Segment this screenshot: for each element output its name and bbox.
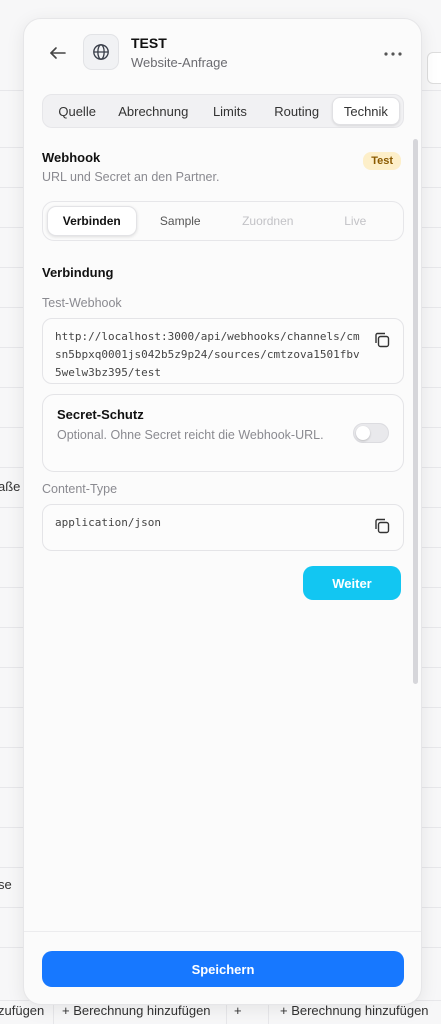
more-horizontal-icon: [384, 52, 402, 56]
bg-add-calculation-link[interactable]: + Berechnung hinzufügen: [280, 1003, 429, 1018]
tab-technik[interactable]: Technik: [331, 97, 401, 125]
toggle-knob: [356, 426, 370, 440]
page-subtitle: Website-Anfrage: [131, 55, 228, 70]
bg-add-calculation-link[interactable]: + Berechnung hinzufügen: [62, 1003, 211, 1018]
scrollbar[interactable]: [413, 139, 418, 684]
copy-icon[interactable]: [373, 331, 391, 349]
secret-protection-card: Secret-Schutz Optional. Ohne Secret reic…: [42, 394, 404, 472]
webhook-steps: Verbinden Sample Zuordnen Live: [42, 201, 404, 241]
bg-input-edge: [427, 52, 441, 84]
bg-cell-text: se: [0, 877, 12, 892]
tab-quelle[interactable]: Quelle: [46, 97, 108, 125]
arrow-left-icon: [50, 47, 66, 59]
secret-toggle[interactable]: [353, 423, 389, 443]
more-options-button[interactable]: [383, 41, 403, 62]
settings-tabs: Quelle Abrechnung Limits Routing Technik: [42, 94, 404, 128]
webhook-url-value: http://localhost:3000/api/webhooks/chann…: [55, 330, 360, 379]
footer-divider: [24, 931, 421, 932]
tab-limits[interactable]: Limits: [198, 97, 261, 125]
step-verbinden[interactable]: Verbinden: [47, 206, 137, 236]
globe-icon: [93, 44, 109, 60]
connection-heading: Verbindung: [42, 265, 114, 280]
section-subtitle: URL und Secret an den Partner.: [42, 170, 220, 184]
source-settings-panel: TEST Website-Anfrage Quelle Abrechnung L…: [23, 18, 422, 1005]
webhook-url-field: http://localhost:3000/api/webhooks/chann…: [42, 318, 404, 384]
bg-add-button[interactable]: +: [234, 1003, 242, 1018]
content-type-field: application/json: [42, 504, 404, 551]
status-badge: Test: [363, 152, 401, 170]
back-button[interactable]: [46, 41, 70, 65]
next-button[interactable]: Weiter: [303, 566, 401, 600]
save-button[interactable]: Speichern: [42, 951, 404, 987]
tab-abrechnung[interactable]: Abrechnung: [108, 97, 198, 125]
copy-icon[interactable]: [373, 517, 391, 535]
panel-header: TEST Website-Anfrage: [24, 19, 421, 89]
page-title: TEST: [131, 35, 167, 51]
source-type-badge: [83, 34, 119, 70]
secret-title: Secret-Schutz: [57, 407, 144, 422]
step-live: Live: [344, 214, 367, 228]
step-sample[interactable]: Sample: [137, 206, 225, 236]
tab-routing[interactable]: Routing: [262, 97, 332, 125]
webhook-url-label: Test-Webhook: [42, 296, 122, 310]
bg-add-calculation-link[interactable]: zufügen: [0, 1003, 44, 1018]
content-type-label: Content-Type: [42, 482, 118, 496]
section-title: Webhook: [42, 150, 101, 165]
secret-description: Optional. Ohne Secret reicht die Webhook…: [57, 428, 324, 442]
bg-cell-text: aße: [0, 479, 21, 494]
step-zuordnen: Zuordnen: [242, 214, 294, 228]
content-type-value: application/json: [55, 516, 161, 529]
